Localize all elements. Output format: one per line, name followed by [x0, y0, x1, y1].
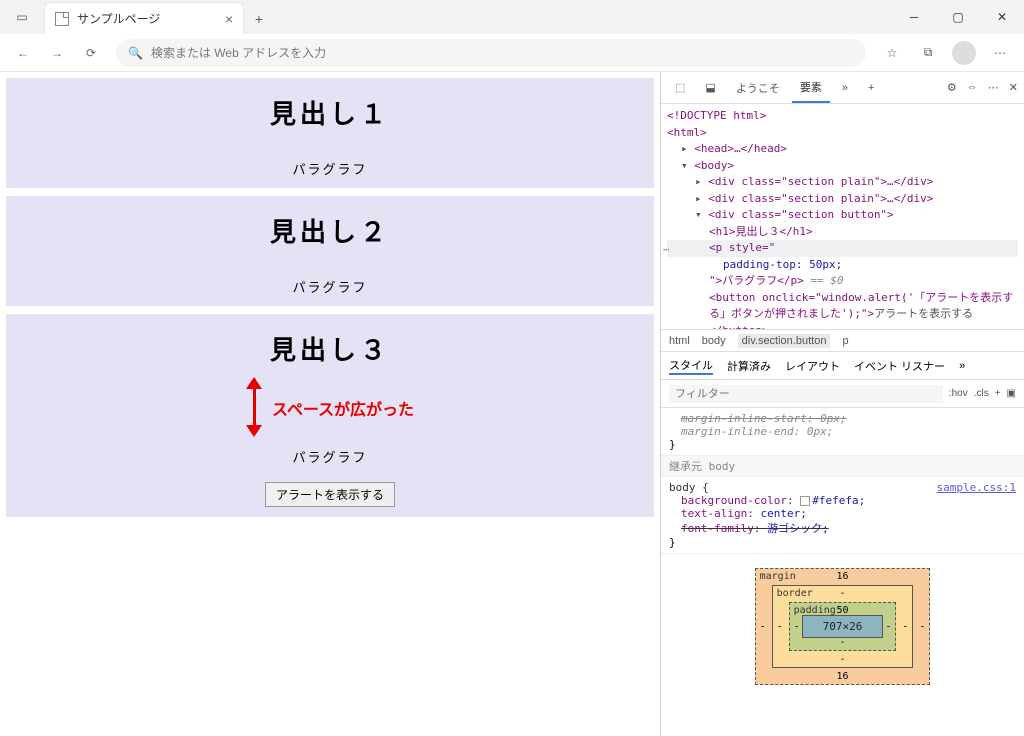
nav-forward-button[interactable]: → — [42, 38, 72, 68]
heading-1: 見出し１ — [6, 94, 654, 131]
more-icon[interactable]: ⋯ — [988, 81, 999, 94]
styles-filter-row: :hov .cls + ▣ — [661, 380, 1024, 408]
paragraph-1: パラグラフ — [6, 159, 654, 178]
paragraph-2: パラグラフ — [6, 277, 654, 296]
heading-2: 見出し２ — [6, 212, 654, 249]
crumb-div[interactable]: div.section.button — [738, 334, 831, 348]
styles-filter-input[interactable] — [669, 385, 943, 403]
new-tab-button[interactable]: + — [244, 4, 274, 34]
url-placeholder: 検索または Web アドレスを入力 — [151, 44, 326, 61]
crumb-html[interactable]: html — [669, 335, 690, 347]
arrow-down-icon — [246, 379, 262, 437]
section-1: 見出し１ パラグラフ — [6, 78, 654, 188]
devtools-close-icon[interactable]: ✕ — [1009, 81, 1018, 94]
section-3: 見出し３ スペースが広がった パラグラフ アラートを表示する — [6, 314, 654, 517]
annotation-text: スペースが広がった — [272, 396, 414, 420]
paragraph-3: パラグラフ — [6, 447, 654, 466]
avatar — [952, 41, 976, 65]
hov-toggle[interactable]: :hov — [949, 388, 968, 399]
page-icon — [55, 12, 69, 26]
box-content: 707×26 — [802, 615, 884, 638]
tab-styles[interactable]: スタイル — [669, 357, 713, 375]
tab-close-icon[interactable]: × — [225, 11, 233, 27]
inspect-icon[interactable]: ⬚ — [667, 75, 693, 100]
tab-welcome[interactable]: ようこそ — [728, 74, 788, 102]
panel-toggle-icon[interactable]: ▣ — [1007, 388, 1016, 399]
tab-layout[interactable]: レイアウト — [785, 358, 840, 374]
styles-pane[interactable]: margin-inline-start: 0px; margin-inline-… — [661, 408, 1024, 736]
box-model: margin 16 16 -- border - - -- padding 50… — [661, 554, 1024, 699]
collections-button[interactable]: ⧉ — [912, 37, 944, 69]
tab-listeners[interactable]: イベント リスナー — [854, 358, 945, 374]
window-maximize-button[interactable]: ▢ — [936, 0, 980, 34]
profile-button[interactable] — [948, 37, 980, 69]
nav-reload-button[interactable]: ⟳ — [76, 38, 106, 68]
tab-strip-icon[interactable]: ▭ — [0, 0, 44, 34]
source-link[interactable]: sample.css:1 — [937, 481, 1016, 494]
new-style-icon[interactable]: + — [860, 76, 882, 100]
inherit-label: 継承元 body — [661, 456, 1024, 477]
devtools-tabs: ⬚ ⬓ ようこそ 要素 » + ⚙ ⇔ ⋯ ✕ — [661, 72, 1024, 104]
favorite-button[interactable]: ☆ — [876, 37, 908, 69]
tab-elements[interactable]: 要素 — [792, 73, 830, 103]
crumb-body[interactable]: body — [702, 335, 726, 347]
nav-back-button[interactable]: ← — [8, 38, 38, 68]
gear-icon[interactable]: ⚙ — [947, 81, 957, 94]
url-input[interactable]: 🔍 検索または Web アドレスを入力 — [116, 39, 866, 67]
new-rule-icon[interactable]: + — [995, 388, 1001, 399]
truncated-rule: margin-inline-start: 0px; margin-inline-… — [661, 408, 1024, 456]
annotation: スペースが広がった — [6, 379, 654, 437]
body-rule: sample.css:1 body { background-color: #f… — [661, 477, 1024, 554]
link-icon[interactable]: ⇔ — [967, 81, 978, 94]
tab-computed[interactable]: 計算済み — [727, 358, 771, 374]
search-icon: 🔍 — [128, 46, 143, 60]
dom-breadcrumb[interactable]: html body div.section.button p — [661, 330, 1024, 352]
section-2: 見出し２ パラグラフ — [6, 196, 654, 306]
window-titlebar: ▭ サンプルページ × + ─ ▢ ✕ — [0, 0, 1024, 34]
browser-tab[interactable]: サンプルページ × — [44, 2, 244, 34]
styles-overflow-icon[interactable]: » — [959, 360, 965, 372]
device-icon[interactable]: ⬓ — [697, 75, 723, 100]
page-viewport: 見出し１ パラグラフ 見出し２ パラグラフ 見出し３ スペースが広がった パラグ… — [0, 72, 660, 736]
heading-3: 見出し３ — [6, 330, 654, 367]
window-minimize-button[interactable]: ─ — [892, 0, 936, 34]
styles-tabs: スタイル 計算済み レイアウト イベント リスナー » — [661, 352, 1024, 380]
menu-button[interactable]: ⋯ — [984, 37, 1016, 69]
address-bar: ← → ⟳ 🔍 検索または Web アドレスを入力 ☆ ⧉ ⋯ — [0, 34, 1024, 72]
devtools-panel: ⬚ ⬓ ようこそ 要素 » + ⚙ ⇔ ⋯ ✕ <!DOCTYPE html> … — [660, 72, 1024, 736]
alert-button[interactable]: アラートを表示する — [265, 482, 395, 507]
dom-tree[interactable]: <!DOCTYPE html> <html> ▸ <head>…</head> … — [661, 104, 1024, 330]
crumb-p[interactable]: p — [842, 335, 848, 347]
cls-toggle[interactable]: .cls — [974, 388, 989, 399]
tab-overflow-icon[interactable]: » — [834, 76, 856, 100]
tab-title: サンプルページ — [77, 10, 217, 27]
window-close-button[interactable]: ✕ — [980, 0, 1024, 34]
